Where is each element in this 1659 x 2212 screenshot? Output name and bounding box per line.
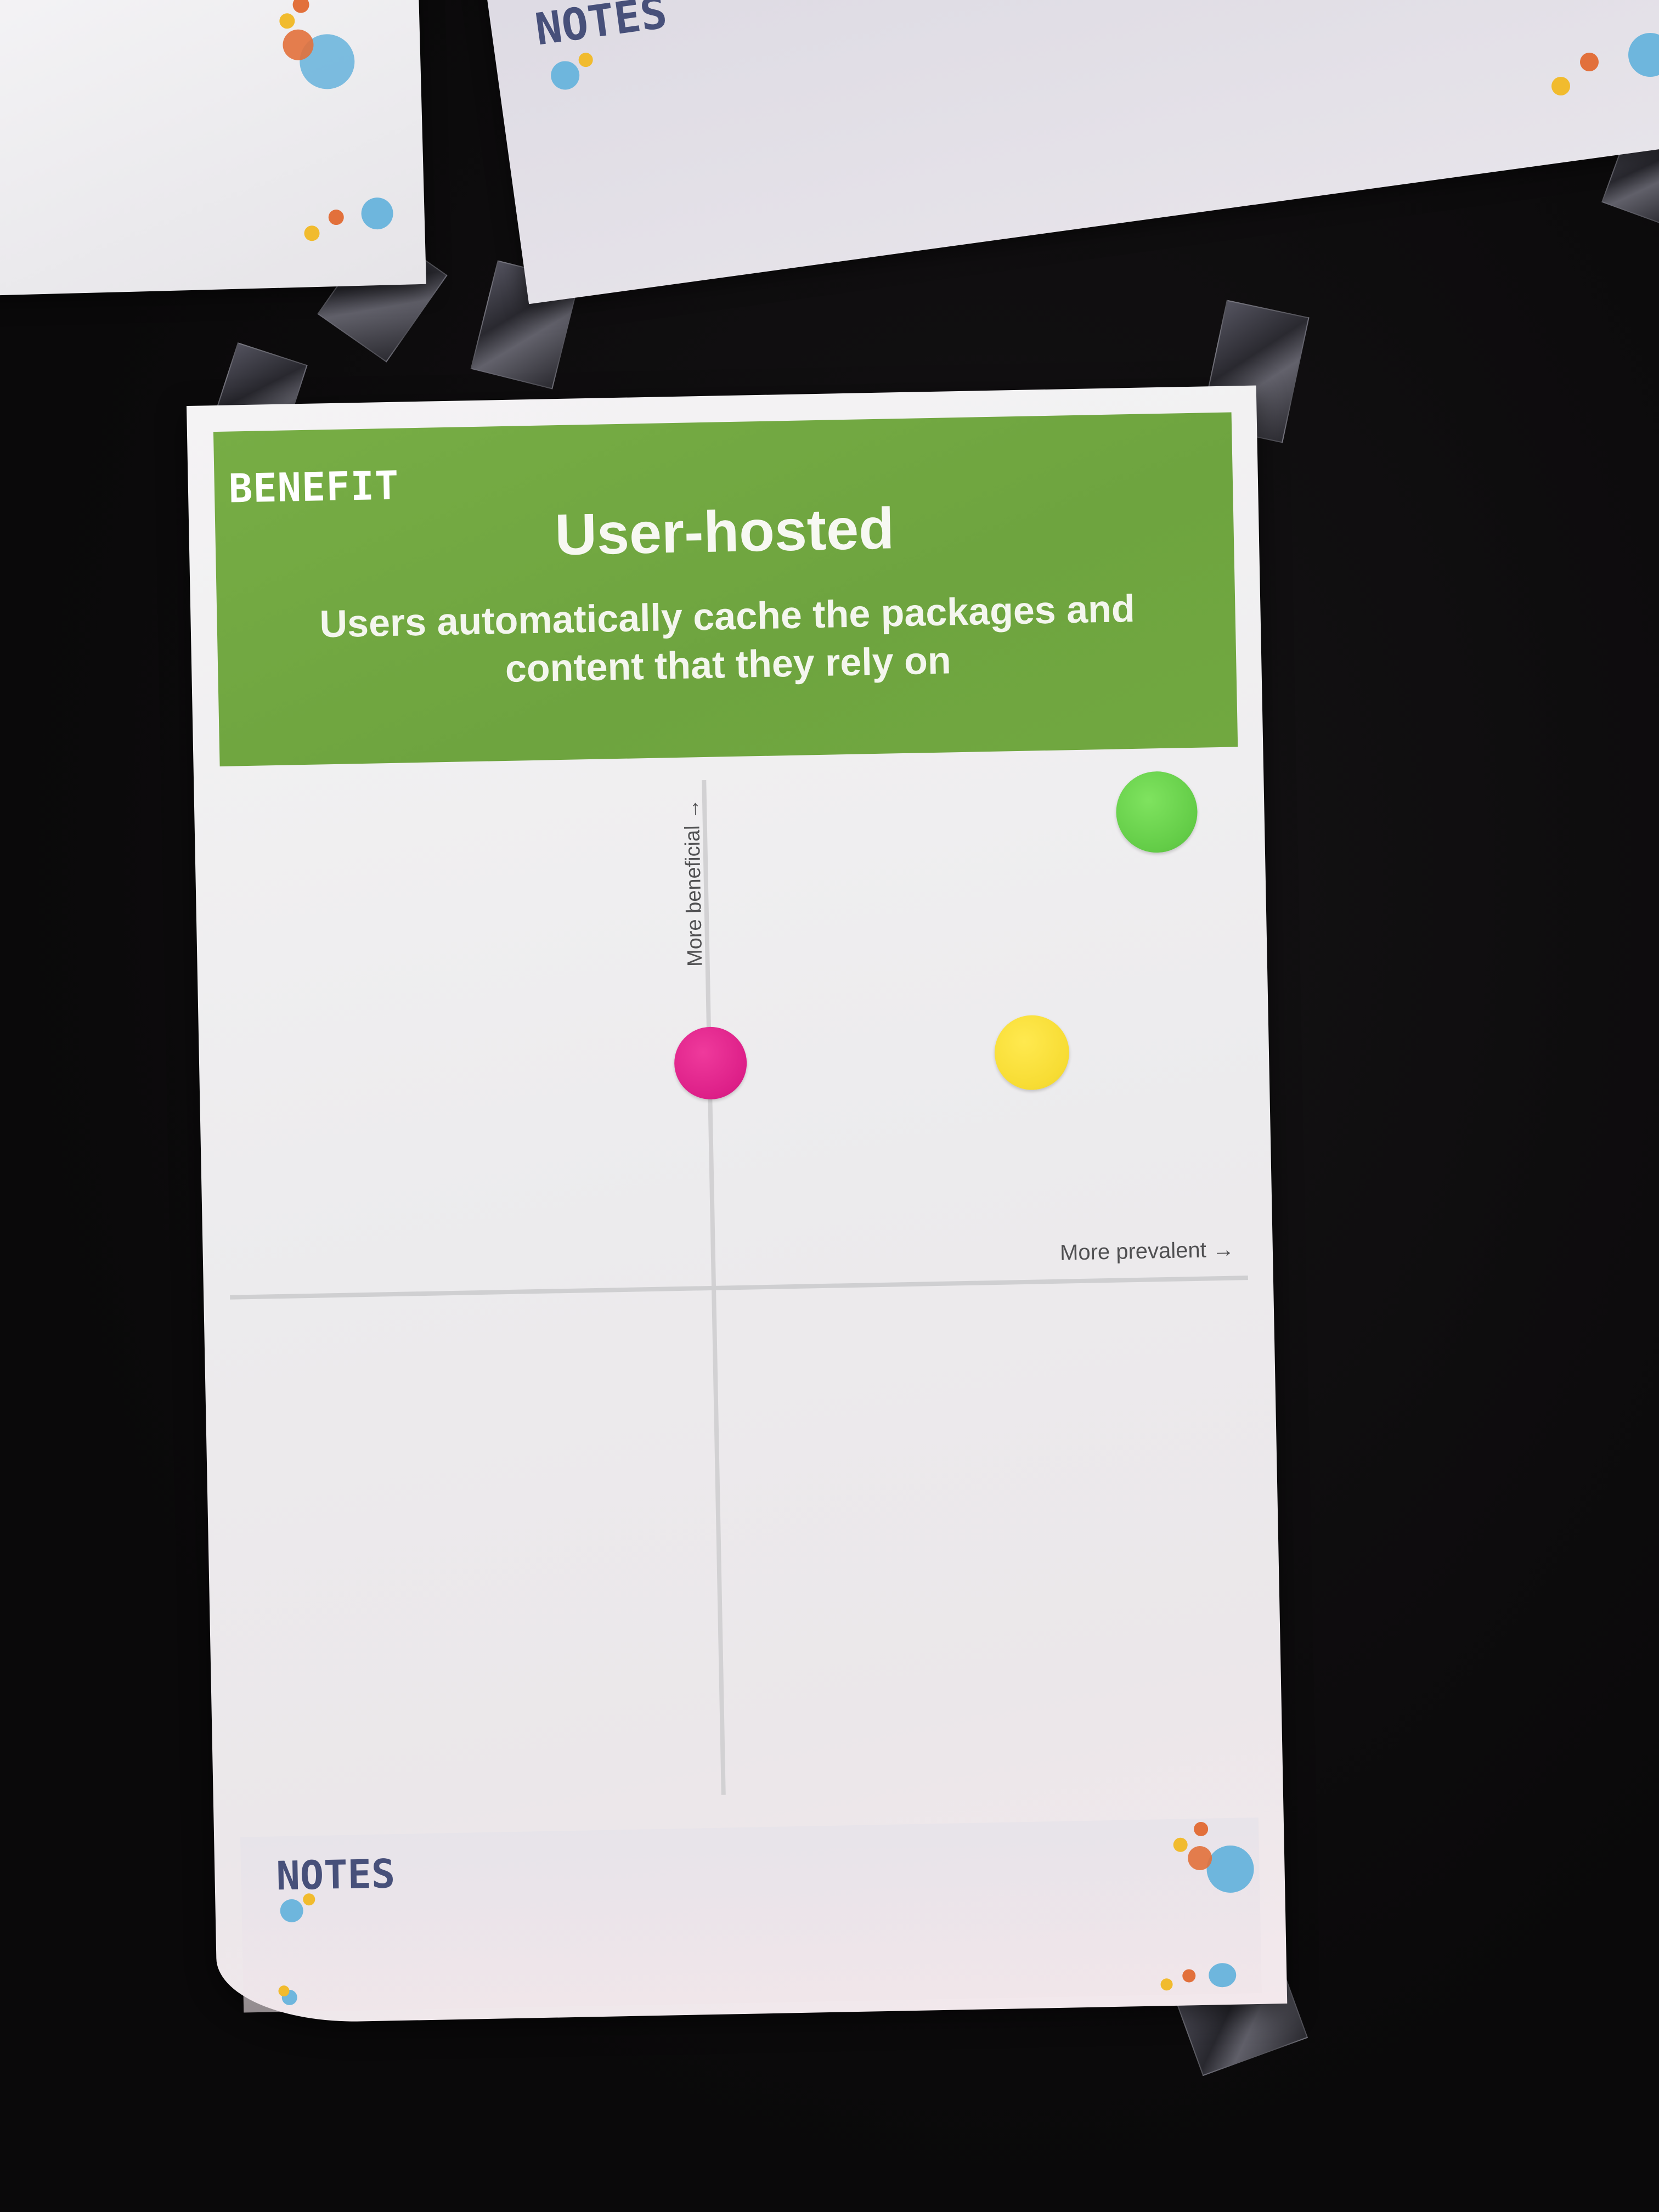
confetti-dot: [303, 1893, 315, 1906]
card-header: BENEFIT User-hosted Users automatically …: [213, 412, 1238, 766]
confetti-dot: [279, 13, 295, 29]
category-label: BENEFIT: [228, 462, 400, 512]
x-axis-label: More prevalent →: [1059, 1237, 1235, 1265]
confetti-dot: [1208, 1962, 1237, 1988]
notes-section: NOTES: [240, 1817, 1262, 2013]
notes-label: NOTES: [275, 1850, 396, 1899]
confetti-dot: [1160, 1978, 1173, 1991]
confetti-dot: [328, 209, 345, 225]
confetti-dot: [1193, 1821, 1209, 1837]
card-description: Users automatically cache the packages a…: [319, 586, 1136, 690]
photo-scene: NOTES BENEFIT User-hosted Users automati…: [0, 0, 1659, 2212]
confetti-dot: [292, 0, 309, 13]
y-axis-label-wrap: More beneficial →: [680, 783, 708, 981]
confetti-dot: [304, 225, 320, 241]
green-vote-dot: [1115, 770, 1198, 854]
confetti-dot: [360, 197, 394, 230]
confetti-dot: [1580, 53, 1599, 71]
confetti-dot: [1173, 1837, 1188, 1852]
confetti-dot: [549, 59, 582, 92]
confetti-dot: [1206, 1845, 1255, 1893]
background-card-notes: NOTES: [483, 0, 1659, 304]
confetti-dot: [1551, 77, 1570, 95]
background-card-left: [0, 0, 426, 296]
confetti-dot: [578, 52, 594, 68]
yellow-vote-dot: [994, 1014, 1070, 1091]
magenta-vote-dot: [673, 1026, 748, 1101]
confetti-dot: [1182, 1969, 1196, 1983]
y-axis-label: More beneficial →: [680, 798, 707, 967]
confetti-dot: [280, 1899, 304, 1923]
benefit-card: BENEFIT User-hosted Users automatically …: [187, 385, 1288, 2024]
horizontal-axis: [230, 1276, 1248, 1300]
notes-label: NOTES: [532, 0, 670, 55]
